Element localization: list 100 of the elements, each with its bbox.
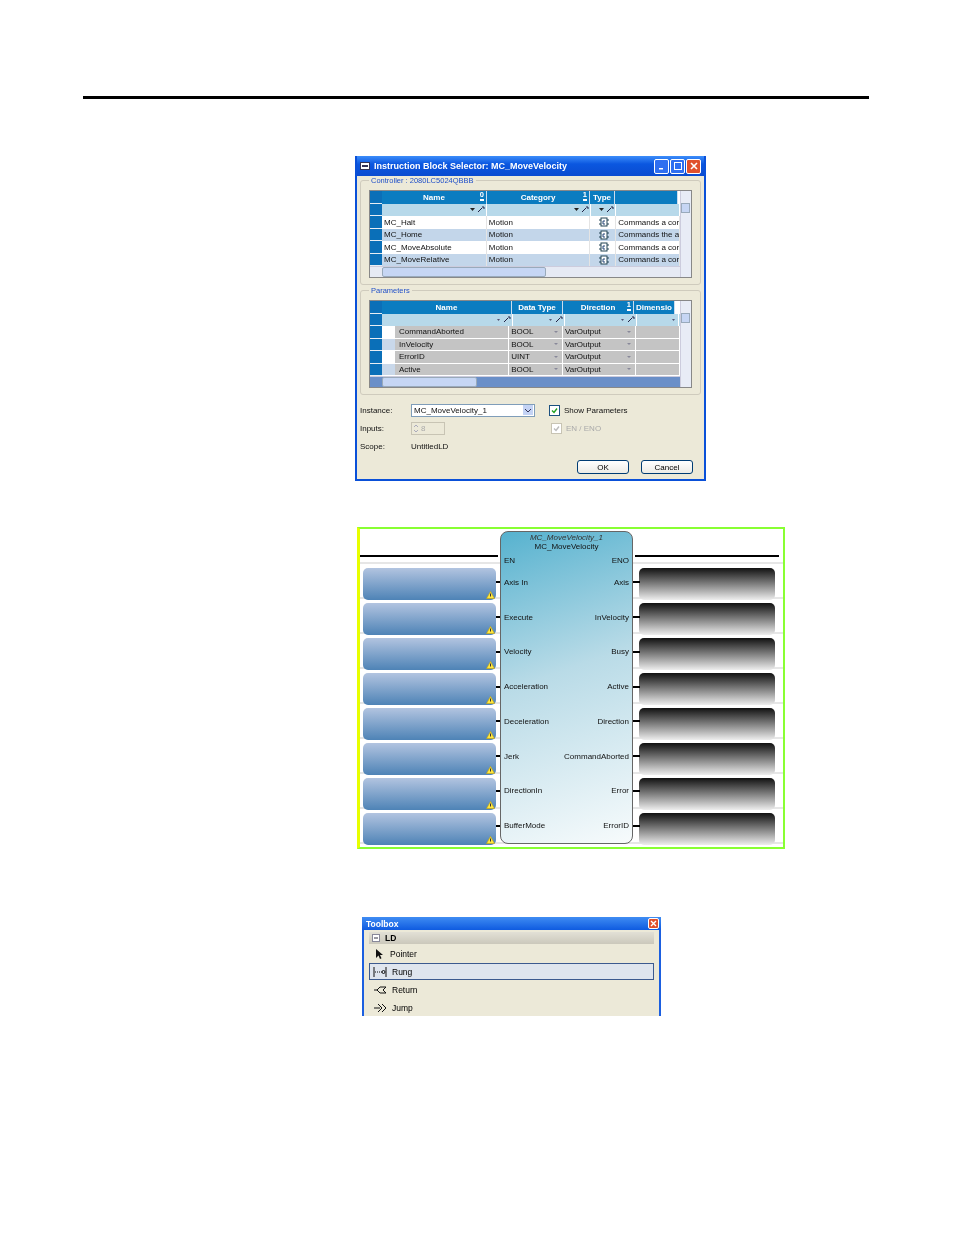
maximize-icon bbox=[673, 162, 682, 170]
checkbox-label: EN / ENO bbox=[566, 423, 602, 433]
output-variable-box[interactable] bbox=[639, 603, 775, 635]
pin-label: Direction bbox=[597, 716, 629, 726]
close-button[interactable] bbox=[648, 918, 659, 929]
toolbox-item[interactable]: Return bbox=[369, 981, 654, 998]
toolbox-item[interactable]: Jump bbox=[369, 999, 654, 1016]
scope-value: UntitledLD bbox=[411, 441, 449, 451]
input-variable-box[interactable] bbox=[363, 708, 496, 740]
table-cell bbox=[635, 351, 680, 364]
table-cell: MC_MoveRelative bbox=[382, 253, 487, 266]
field-label: Inputs: bbox=[360, 423, 385, 433]
dropdown-arrow-icon bbox=[598, 206, 606, 214]
pin-label: EN bbox=[504, 555, 516, 565]
table-cell: Motion bbox=[486, 241, 590, 254]
checkbox[interactable] bbox=[549, 404, 560, 416]
field-label: Instance: bbox=[360, 405, 394, 415]
vertical-scrollbar[interactable] bbox=[680, 191, 691, 277]
table-cell bbox=[635, 326, 680, 339]
filter-icon bbox=[627, 316, 635, 324]
table-cell: ErrorID bbox=[382, 351, 510, 364]
warning-icon bbox=[486, 661, 495, 669]
input-variable-box[interactable] bbox=[363, 638, 496, 670]
checkbox-label: Show Parameters bbox=[564, 405, 628, 415]
close-button[interactable] bbox=[686, 158, 701, 174]
toolbox-item[interactable]: Pointer bbox=[369, 945, 654, 962]
input-variable-box[interactable] bbox=[363, 603, 496, 635]
group-header[interactable]: LD bbox=[369, 932, 654, 944]
maximize-button[interactable] bbox=[670, 158, 685, 174]
pin-label: ENO bbox=[611, 555, 629, 565]
output-variable-box[interactable] bbox=[639, 813, 775, 845]
column-header[interactable]: Dimensio bbox=[634, 301, 675, 314]
pin-label: Axis bbox=[613, 577, 629, 587]
filter-icon bbox=[580, 206, 589, 214]
column-header[interactable]: Data Type bbox=[512, 301, 563, 314]
column-header[interactable]: Type bbox=[590, 191, 615, 204]
warning-icon bbox=[486, 591, 495, 599]
instance-dropdown[interactable]: MC_MoveVelocity_1 bbox=[411, 403, 535, 417]
output-variable-box[interactable] bbox=[639, 568, 775, 600]
minimize-button[interactable] bbox=[654, 158, 669, 174]
output-variable-box[interactable] bbox=[639, 708, 775, 740]
table-cell: Commands a cor bbox=[616, 241, 680, 254]
dropdown-arrow-icon bbox=[523, 405, 533, 415]
table-cell: VarOutput bbox=[562, 351, 636, 364]
row-header bbox=[370, 216, 382, 229]
table-cell: Commands a cor bbox=[616, 216, 680, 229]
output-variable-box[interactable] bbox=[639, 743, 775, 775]
function-block-icon bbox=[598, 254, 609, 265]
filter-icon bbox=[555, 316, 563, 324]
input-variable-box[interactable] bbox=[363, 743, 496, 775]
input-variable-box[interactable] bbox=[363, 813, 496, 845]
column-header[interactable]: Name bbox=[382, 301, 512, 314]
pointer-icon bbox=[373, 947, 385, 960]
output-variable-box[interactable] bbox=[639, 778, 775, 810]
close-icon bbox=[689, 162, 698, 170]
vertical-scrollbar[interactable] bbox=[680, 301, 691, 387]
row-header bbox=[370, 191, 382, 204]
input-variable-box[interactable] bbox=[363, 568, 496, 600]
warning-icon bbox=[486, 626, 495, 634]
input-variable-box[interactable] bbox=[363, 673, 496, 705]
warning-icon bbox=[486, 696, 495, 704]
dialog-button[interactable]: Cancel bbox=[641, 460, 693, 474]
row-header bbox=[370, 351, 382, 364]
warning-icon bbox=[486, 801, 495, 809]
jump-icon bbox=[373, 1001, 387, 1014]
table-cell: MC_MoveAbsolute bbox=[382, 241, 487, 254]
output-variable-box[interactable] bbox=[639, 673, 775, 705]
row-header bbox=[370, 301, 382, 314]
dialog-button[interactable]: OK bbox=[577, 460, 629, 474]
filter-icon bbox=[503, 316, 511, 324]
pin-label: Error bbox=[611, 786, 629, 796]
output-variable-box[interactable] bbox=[639, 638, 775, 670]
warning-icon bbox=[486, 766, 495, 774]
horizontal-scrollbar[interactable] bbox=[370, 266, 680, 277]
filter-icon bbox=[606, 206, 615, 214]
row-header bbox=[370, 241, 382, 254]
table-cell: Motion bbox=[486, 216, 590, 229]
function-block-icon bbox=[598, 242, 609, 253]
table-cell: MC_Home bbox=[382, 228, 487, 241]
block-type-name: MC_MoveVelocity bbox=[534, 542, 599, 551]
table-cell: BOOL bbox=[509, 326, 563, 339]
warning-icon bbox=[486, 731, 495, 739]
row-header bbox=[370, 326, 382, 339]
table-cell: UINT bbox=[509, 351, 563, 364]
table-cell: Motion bbox=[486, 253, 590, 266]
dropdown-arrow-icon bbox=[572, 206, 580, 214]
table-cell: VarOutput bbox=[562, 326, 636, 339]
input-variable-box[interactable] bbox=[363, 778, 496, 810]
window-icon bbox=[360, 162, 370, 170]
dropdown-arrow-icon bbox=[469, 206, 477, 214]
window-title: Instruction Block Selector: MC_MoveVelocity bbox=[374, 161, 569, 171]
table-cell: Commands the a bbox=[616, 228, 680, 241]
return-icon bbox=[373, 983, 387, 996]
dropdown-arrow-icon bbox=[670, 316, 677, 324]
field-label: Scope: bbox=[360, 441, 386, 451]
pin-label: CommandAborted bbox=[564, 751, 629, 761]
table-cell: Commands a cor bbox=[616, 253, 680, 266]
horizontal-scrollbar[interactable] bbox=[370, 376, 680, 387]
function-block-icon bbox=[598, 229, 609, 240]
toolbox-item[interactable]: Rung bbox=[369, 963, 654, 980]
